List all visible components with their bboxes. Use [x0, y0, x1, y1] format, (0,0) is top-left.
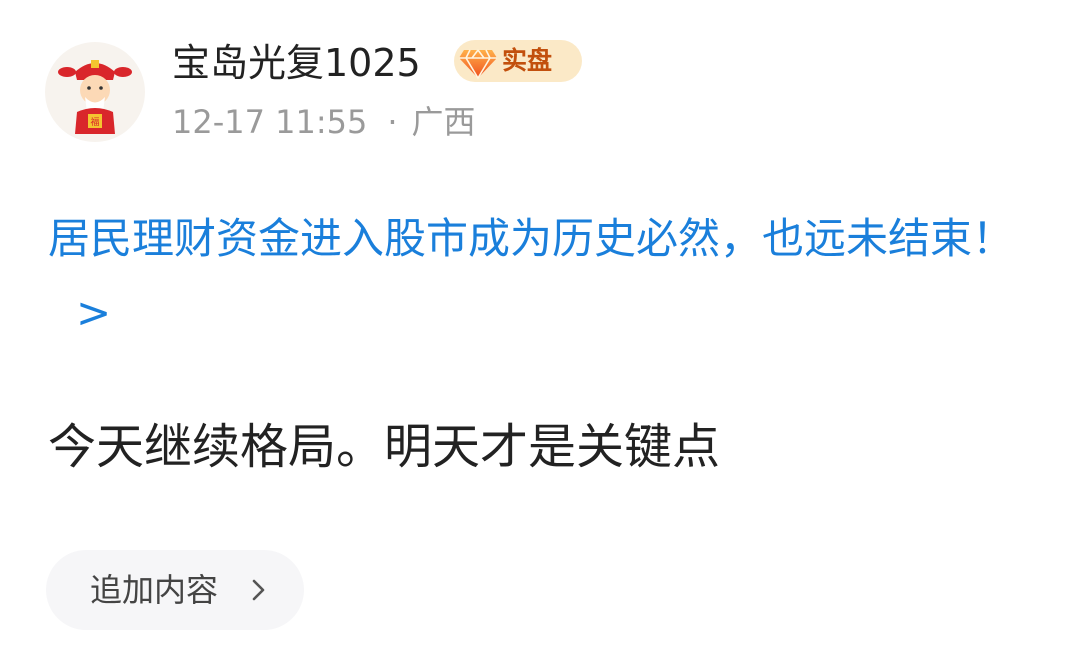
diamond-icon: [459, 49, 497, 80]
append-content-button[interactable]: 追加内容: [46, 550, 304, 630]
meta-separator: ·: [387, 103, 398, 141]
post-body: 今天继续格局。明天才是关键点: [48, 419, 721, 475]
linked-headline[interactable]: 居民理财资金进入股市成为历史必然，也远未结束！ >: [48, 202, 1038, 350]
badge-label: 实盘: [502, 46, 553, 75]
append-content-label: 追加内容: [90, 572, 219, 608]
real-trading-badge[interactable]: 实盘: [454, 40, 582, 82]
headline-text[interactable]: 居民理财资金进入股市成为历史必然，也远未结束！: [48, 214, 1014, 263]
headline-arrow-icon[interactable]: >: [76, 288, 111, 337]
god-of-wealth-avatar-image: 福: [58, 60, 132, 134]
username[interactable]: 宝岛光复1025: [172, 40, 421, 86]
user-avatar[interactable]: 福: [45, 42, 145, 142]
post-location: 广西: [411, 103, 476, 141]
post-timestamp: 12-17 11:55: [172, 103, 368, 141]
svg-text:福: 福: [90, 116, 99, 128]
chevron-right-icon: [252, 579, 265, 601]
post-meta: 12-17 11:55 · 广西: [172, 100, 476, 144]
